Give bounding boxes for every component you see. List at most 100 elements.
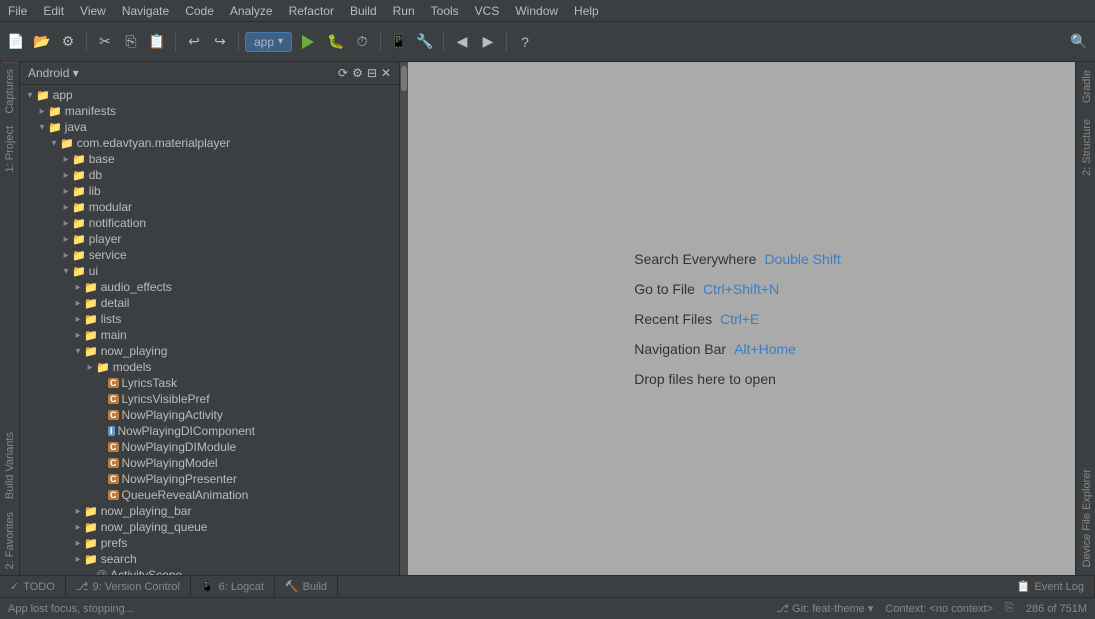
- tree-item-activity-scope[interactable]: @ ActivityScope: [20, 567, 399, 575]
- git-status[interactable]: ⎇ Git: feat-theme ▾: [776, 602, 873, 615]
- project-tree: 📁 app 📁 manifests 📁 java 📁: [20, 85, 399, 575]
- captures-tab[interactable]: Captures: [2, 62, 18, 120]
- menu-navigate[interactable]: Navigate: [114, 2, 177, 20]
- tree-item-main[interactable]: 📁 main: [20, 327, 399, 343]
- favorites-tab[interactable]: 2: Favorites: [2, 506, 18, 575]
- gradle-tab[interactable]: Gradle: [1076, 62, 1095, 111]
- tree-item-lists[interactable]: 📁 lists: [20, 311, 399, 327]
- open-button[interactable]: 📂: [30, 30, 54, 54]
- tree-item-now-playing-presenter[interactable]: C NowPlayingPresenter: [20, 471, 399, 487]
- sdk-button[interactable]: 🔧: [413, 30, 437, 54]
- menu-edit[interactable]: Edit: [35, 2, 72, 20]
- hint-label-navigation-bar: Navigation Bar: [634, 341, 726, 357]
- sync-icon[interactable]: ⟳: [338, 66, 348, 80]
- avd-button[interactable]: 📱: [387, 30, 411, 54]
- structure-tab[interactable]: 2: Structure: [1076, 111, 1095, 184]
- folder-icon-lists: 📁: [84, 313, 98, 326]
- tree-item-app[interactable]: 📁 app: [20, 87, 399, 103]
- build-variants-tab[interactable]: Build Variants: [2, 426, 18, 505]
- tree-item-service[interactable]: 📁 service: [20, 247, 399, 263]
- cut-button[interactable]: ✂: [93, 30, 117, 54]
- tree-item-notification[interactable]: 📁 notification: [20, 215, 399, 231]
- tree-item-models[interactable]: 📁 models: [20, 359, 399, 375]
- tree-item-java[interactable]: 📁 java: [20, 119, 399, 135]
- tree-item-player[interactable]: 📁 player: [20, 231, 399, 247]
- paste-button[interactable]: 📋: [145, 30, 169, 54]
- class-icon-now-playing-activity: C: [108, 410, 119, 420]
- project-scrollbar[interactable]: [400, 62, 408, 575]
- settings-button[interactable]: ⚙: [56, 30, 80, 54]
- tree-item-audio-effects[interactable]: 📁 audio_effects: [20, 279, 399, 295]
- menu-run[interactable]: Run: [385, 2, 423, 20]
- tree-item-now-playing-activity[interactable]: C NowPlayingActivity: [20, 407, 399, 423]
- run-button[interactable]: [294, 30, 322, 54]
- folder-icon-now-playing-bar: 📁: [84, 505, 98, 518]
- tree-item-now-playing-queue[interactable]: 📁 now_playing_queue: [20, 519, 399, 535]
- version-control-tab[interactable]: ⎇ 9: Version Control: [66, 576, 191, 597]
- device-file-explorer-tab[interactable]: Device File Explorer: [1076, 461, 1095, 575]
- right-sidebar: Gradle 2: Structure Device File Explorer: [1075, 62, 1095, 575]
- tree-item-search[interactable]: 📁 search: [20, 551, 399, 567]
- tree-item-db[interactable]: 📁 db: [20, 167, 399, 183]
- tree-item-com[interactable]: 📁 com.edavtyan.materialplayer: [20, 135, 399, 151]
- menu-view[interactable]: View: [72, 2, 114, 20]
- menu-help[interactable]: Help: [566, 2, 607, 20]
- folder-icon-detail: 📁: [84, 297, 98, 310]
- tree-item-ui[interactable]: 📁 ui: [20, 263, 399, 279]
- tree-item-now-playing-di-module[interactable]: C NowPlayingDIModule: [20, 439, 399, 455]
- redo-button[interactable]: ↪: [208, 30, 232, 54]
- debug-button[interactable]: 🐛: [324, 30, 348, 54]
- context-status: Context: <no context>: [885, 603, 993, 615]
- profile-button[interactable]: ⏱: [350, 30, 374, 54]
- menu-vcs[interactable]: VCS: [467, 2, 508, 20]
- menu-file[interactable]: File: [0, 2, 35, 20]
- tree-item-now-playing-di-component[interactable]: I NowPlayingDIComponent: [20, 423, 399, 439]
- menu-code[interactable]: Code: [177, 2, 222, 20]
- collapse-icon[interactable]: ⊟: [367, 66, 377, 80]
- tree-item-lyrics-visible-pref[interactable]: C LyricsVisiblePref: [20, 391, 399, 407]
- tree-item-lib[interactable]: 📁 lib: [20, 183, 399, 199]
- forward-button[interactable]: ▶: [476, 30, 500, 54]
- menu-build[interactable]: Build: [342, 2, 385, 20]
- settings-icon[interactable]: ⚙: [352, 66, 363, 80]
- tree-item-detail[interactable]: 📁 detail: [20, 295, 399, 311]
- toolbar-separator-3: [238, 32, 239, 52]
- tree-item-now-playing-model[interactable]: C NowPlayingModel: [20, 455, 399, 471]
- help-button[interactable]: ?: [513, 30, 537, 54]
- event-log-tab[interactable]: 📋 Event Log: [1007, 576, 1095, 597]
- menu-bar: File Edit View Navigate Code Analyze Ref…: [0, 0, 1095, 22]
- tree-arrow-audio-effects: [72, 282, 84, 293]
- run-config-selector[interactable]: app ▾: [245, 32, 292, 52]
- tree-item-lyrics-task[interactable]: C LyricsTask: [20, 375, 399, 391]
- tree-item-prefs[interactable]: 📁 prefs: [20, 535, 399, 551]
- tree-item-queue-reveal-animation[interactable]: C QueueRevealAnimation: [20, 487, 399, 503]
- class-icon-now-playing-di-module: C: [108, 442, 119, 452]
- copy-button[interactable]: ⎘: [119, 30, 143, 54]
- tree-item-now-playing-bar[interactable]: 📁 now_playing_bar: [20, 503, 399, 519]
- version-control-tab-label: 9: Version Control: [92, 581, 179, 593]
- menu-refactor[interactable]: Refactor: [281, 2, 342, 20]
- version-control-icon: ⎇: [76, 580, 89, 593]
- project-dropdown[interactable]: Android ▾: [28, 66, 79, 80]
- back-button[interactable]: ◀: [450, 30, 474, 54]
- tree-item-now-playing[interactable]: 📁 now_playing: [20, 343, 399, 359]
- build-tab[interactable]: 🔨 Build: [275, 576, 338, 597]
- menu-tools[interactable]: Tools: [423, 2, 467, 20]
- undo-button[interactable]: ↩: [182, 30, 206, 54]
- folder-icon-main: 📁: [84, 329, 98, 342]
- todo-tab[interactable]: ✓ TODO: [0, 576, 66, 597]
- status-bar: App lost focus, stopping... ⎇ Git: feat-…: [0, 597, 1095, 619]
- tree-item-base[interactable]: 📁 base: [20, 151, 399, 167]
- search-everywhere-toolbar-button[interactable]: 🔍: [1067, 30, 1091, 54]
- close-icon[interactable]: ✕: [381, 66, 391, 80]
- copy-icon[interactable]: ⎘: [1005, 602, 1014, 615]
- tree-item-modular[interactable]: 📁 modular: [20, 199, 399, 215]
- menu-window[interactable]: Window: [507, 2, 566, 20]
- tree-arrow-ui: [60, 266, 72, 277]
- tree-label-player: player: [89, 232, 122, 246]
- project-tab[interactable]: 1: Project: [2, 120, 18, 178]
- tree-item-manifests[interactable]: 📁 manifests: [20, 103, 399, 119]
- new-file-button[interactable]: 📄: [4, 30, 28, 54]
- menu-analyze[interactable]: Analyze: [222, 2, 281, 20]
- logcat-tab[interactable]: 📱 6: Logcat: [191, 576, 275, 597]
